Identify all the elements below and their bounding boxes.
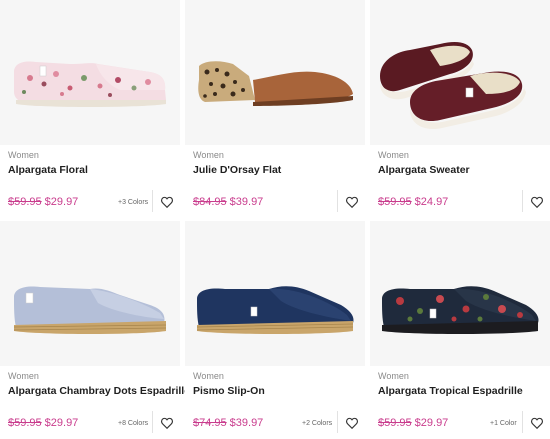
color-count[interactable]: +3 Colors	[118, 199, 148, 206]
product-card[interactable]: Women Alpargata Sweater $59.95 $24.97	[370, 0, 550, 218]
product-category: Women	[193, 371, 224, 381]
divider	[522, 411, 523, 433]
divider	[522, 190, 523, 212]
sale-price: $24.97	[414, 196, 449, 208]
color-count[interactable]: +8 Colors	[118, 420, 148, 427]
sweater-slip-on-shoes-image	[380, 42, 526, 130]
product-card[interactable]: Women Pismo Slip-On $74.95 $39.97 +2 Colo…	[185, 221, 365, 439]
product-category: Women	[8, 371, 39, 381]
color-count[interactable]: +2 Colors	[302, 420, 332, 427]
product-category: Women	[8, 150, 39, 160]
pismo-slip-on-image	[196, 286, 354, 334]
price-group: $59.95 $29.97	[8, 196, 78, 208]
divider	[337, 190, 338, 212]
price-group: $59.95 $29.97	[8, 417, 78, 429]
product-category: Women	[378, 371, 409, 381]
heart-icon[interactable]	[160, 195, 174, 209]
original-price: $74.95	[193, 417, 227, 429]
product-category: Women	[378, 150, 409, 160]
price-group: $59.95 $29.97	[378, 417, 448, 429]
original-price: $59.95	[8, 417, 42, 429]
sale-price: $39.97	[229, 417, 264, 429]
price-group: $59.95 $24.97	[378, 196, 448, 208]
tropical-espadrille-image	[382, 286, 539, 334]
dorsay-flat-shoe-image	[198, 61, 353, 106]
product-title[interactable]: Alpargata Sweater	[378, 164, 470, 176]
product-image[interactable]	[185, 221, 365, 366]
product-image[interactable]	[0, 221, 180, 366]
product-card[interactable]: Women Alpargata Floral $59.95 $29.97 +3 C…	[0, 0, 180, 218]
product-title[interactable]: Alpargata Floral	[8, 164, 88, 176]
original-price: $59.95	[8, 196, 42, 208]
sale-price: $29.97	[414, 417, 449, 429]
product-grid: Women Alpargata Floral $59.95 $29.97 +3 C…	[0, 0, 550, 439]
heart-icon[interactable]	[530, 416, 544, 430]
product-title[interactable]: Julie D'Orsay Flat	[193, 164, 281, 176]
product-image[interactable]	[370, 221, 550, 366]
original-price: $59.95	[378, 196, 412, 208]
product-category: Women	[193, 150, 224, 160]
product-title[interactable]: Alpargata Chambray Dots Espadrille	[8, 385, 190, 397]
product-card[interactable]: Women Alpargata Chambray Dots Espadrille…	[0, 221, 190, 439]
heart-icon[interactable]	[530, 195, 544, 209]
color-count[interactable]: +1 Color	[490, 420, 517, 427]
divider	[152, 411, 153, 433]
sale-price: $39.97	[229, 196, 264, 208]
floral-slip-on-shoe-image	[14, 61, 166, 107]
price-group: $84.95 $39.97	[193, 196, 263, 208]
product-card[interactable]: Women Alpargata Tropical Espadrille $59.…	[370, 221, 550, 439]
heart-icon[interactable]	[160, 416, 174, 430]
product-image[interactable]	[370, 0, 550, 145]
heart-icon[interactable]	[345, 416, 359, 430]
heart-icon[interactable]	[345, 195, 359, 209]
product-title[interactable]: Alpargata Tropical Espadrille	[378, 385, 523, 397]
sale-price: $29.97	[44, 196, 79, 208]
price-group: $74.95 $39.97	[193, 417, 263, 429]
chambray-espadrille-image	[13, 286, 167, 334]
divider	[152, 190, 153, 212]
product-title[interactable]: Pismo Slip-On	[193, 385, 265, 397]
product-image[interactable]	[0, 0, 180, 145]
original-price: $59.95	[378, 417, 412, 429]
product-card[interactable]: Women Julie D'Orsay Flat $84.95 $39.97	[185, 0, 365, 218]
product-image[interactable]	[185, 0, 365, 145]
divider	[337, 411, 338, 433]
sale-price: $29.97	[44, 417, 79, 429]
original-price: $84.95	[193, 196, 227, 208]
